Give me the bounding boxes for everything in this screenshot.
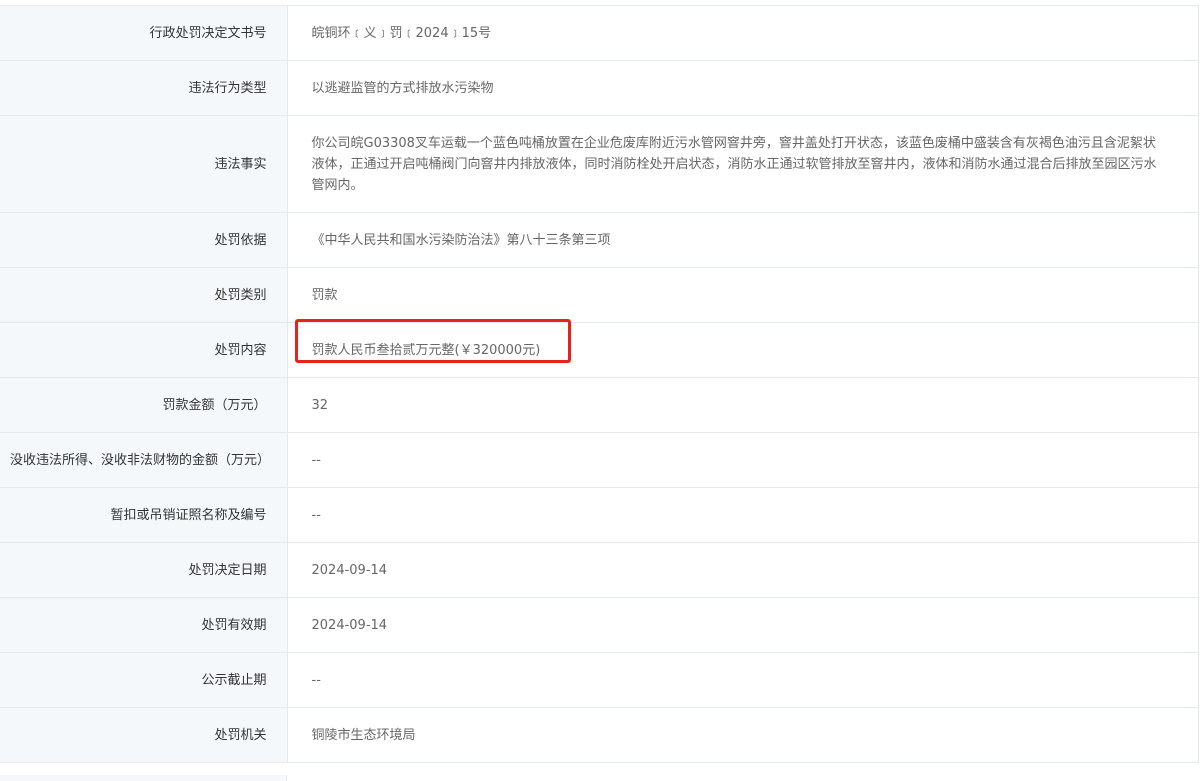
table-row: 行政处罚决定文书号 皖铜环﹝义﹞罚﹝2024﹞15号 xyxy=(0,5,1199,61)
row-label-penalty-category: 处罚类别 xyxy=(0,267,288,323)
table-row: 罚款金额（万元） 32 xyxy=(0,377,1199,433)
row-label-violation-type: 违法行为类型 xyxy=(0,60,288,116)
row-value-violation-facts: 你公司皖G03308叉车运载一个蓝色吨桶放置在企业危废库附近污水管网窨井旁，窨井… xyxy=(287,115,1199,213)
table-row: 处罚内容 罚款人民币叁拾贰万元整(￥320000元) xyxy=(0,318,1199,378)
next-row-partial xyxy=(0,775,1199,781)
row-label-fine-amount: 罚款金额（万元） xyxy=(0,377,288,433)
row-value-document-number: 皖铜环﹝义﹞罚﹝2024﹞15号 xyxy=(287,5,1199,61)
row-value-fine-amount: 32 xyxy=(287,377,1199,433)
table-row: 暂扣或吊销证照名称及编号 -- xyxy=(0,487,1199,543)
table-row: 处罚类别 罚款 xyxy=(0,267,1199,323)
row-label-validity-period: 处罚有效期 xyxy=(0,597,288,653)
row-value-confiscation-amount: -- xyxy=(287,432,1199,488)
row-value-publicity-deadline: -- xyxy=(287,652,1199,708)
table-row: 处罚依据 《中华人民共和国水污染防治法》第八十三条第三项 xyxy=(0,212,1199,268)
table-row: 处罚有效期 2024-09-14 xyxy=(0,597,1199,653)
penalty-detail-table: 行政处罚决定文书号 皖铜环﹝义﹞罚﹝2024﹞15号 违法行为类型 以逃避监管的… xyxy=(0,5,1199,763)
table-row: 处罚机关 铜陵市生态环境局 xyxy=(0,707,1199,763)
row-label-publicity-deadline: 公示截止期 xyxy=(0,652,288,708)
highlight-annotation: 罚款人民币叁拾贰万元整(￥320000元) xyxy=(294,318,571,363)
row-label-decision-date: 处罚决定日期 xyxy=(0,542,288,598)
row-value-penalty-basis: 《中华人民共和国水污染防治法》第八十三条第三项 xyxy=(287,212,1199,268)
row-value-penalty-authority: 铜陵市生态环境局 xyxy=(287,707,1199,763)
row-value-penalty-content: 罚款人民币叁拾贰万元整(￥320000元) xyxy=(287,318,1199,378)
next-row-label-partial xyxy=(0,775,287,781)
penalty-content-text: 罚款人民币叁拾贰万元整(￥320000元) xyxy=(311,342,541,358)
row-label-license-revocation: 暂扣或吊销证照名称及编号 xyxy=(0,487,288,543)
row-label-violation-facts: 违法事实 xyxy=(0,115,288,213)
row-value-penalty-category: 罚款 xyxy=(287,267,1199,323)
row-value-violation-type: 以逃避监管的方式排放水污染物 xyxy=(287,60,1199,116)
table-row: 没收违法所得、没收非法财物的金额（万元） -- xyxy=(0,432,1199,488)
row-label-penalty-authority: 处罚机关 xyxy=(0,707,288,763)
table-row: 处罚决定日期 2024-09-14 xyxy=(0,542,1199,598)
table-row: 违法事实 你公司皖G03308叉车运载一个蓝色吨桶放置在企业危废库附近污水管网窨… xyxy=(0,115,1199,213)
row-label-document-number: 行政处罚决定文书号 xyxy=(0,5,288,61)
row-label-confiscation-amount: 没收违法所得、没收非法财物的金额（万元） xyxy=(0,432,288,488)
table-row: 违法行为类型 以逃避监管的方式排放水污染物 xyxy=(0,60,1199,116)
row-label-penalty-content: 处罚内容 xyxy=(0,322,288,378)
table-row: 公示截止期 -- xyxy=(0,652,1199,708)
row-value-decision-date: 2024-09-14 xyxy=(287,542,1199,598)
row-value-license-revocation: -- xyxy=(287,487,1199,543)
row-value-validity-period: 2024-09-14 xyxy=(287,597,1199,653)
row-label-penalty-basis: 处罚依据 xyxy=(0,212,288,268)
